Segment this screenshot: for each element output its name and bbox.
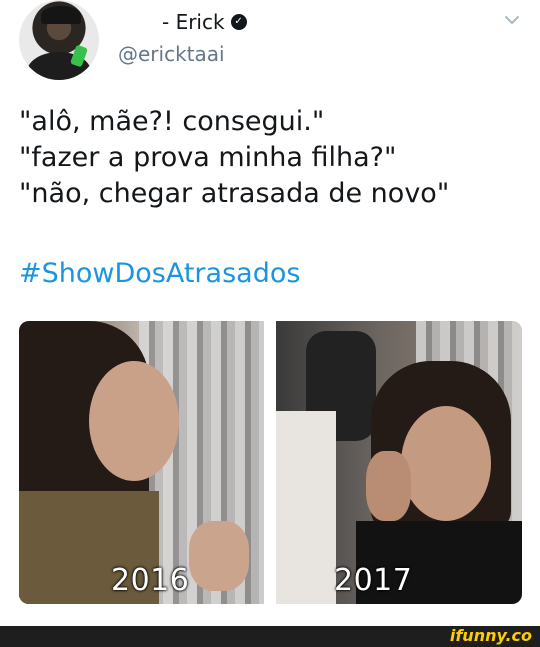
photo-right[interactable]: 2017 (276, 321, 522, 604)
avatar[interactable] (19, 0, 99, 80)
face (401, 406, 491, 521)
face (89, 361, 179, 481)
photographer-shirt (276, 411, 336, 604)
photo-caption-right: 2017 (334, 563, 413, 598)
chevron-down-icon[interactable] (502, 10, 522, 30)
photo-caption-left: 2016 (111, 563, 190, 598)
footer-bar: ifunny.co (0, 626, 540, 647)
hand (189, 521, 249, 591)
tweet-line: "alô, mãe?! consegui." (19, 106, 325, 137)
user-name-row[interactable]: - Erick ✓ (162, 8, 247, 36)
avatar-cap (41, 6, 81, 24)
user-handle[interactable]: @ericktaai (118, 42, 225, 66)
verified-badge-icon: ✓ (230, 14, 247, 30)
display-name[interactable]: - Erick (162, 10, 225, 34)
hashtag-link[interactable]: #ShowDosAtrasados (19, 256, 300, 292)
hand-with-phone (366, 451, 411, 521)
watermark-logo: ifunny.co (449, 626, 532, 645)
photo-left[interactable]: 2016 (19, 321, 264, 604)
tweet-line: "fazer a prova minha filha?" (19, 142, 397, 173)
tweet-line: "não, chegar atrasada de novo" (19, 178, 450, 209)
tweet-text: "alô, mãe?! consegui." "fazer a prova mi… (19, 104, 519, 212)
